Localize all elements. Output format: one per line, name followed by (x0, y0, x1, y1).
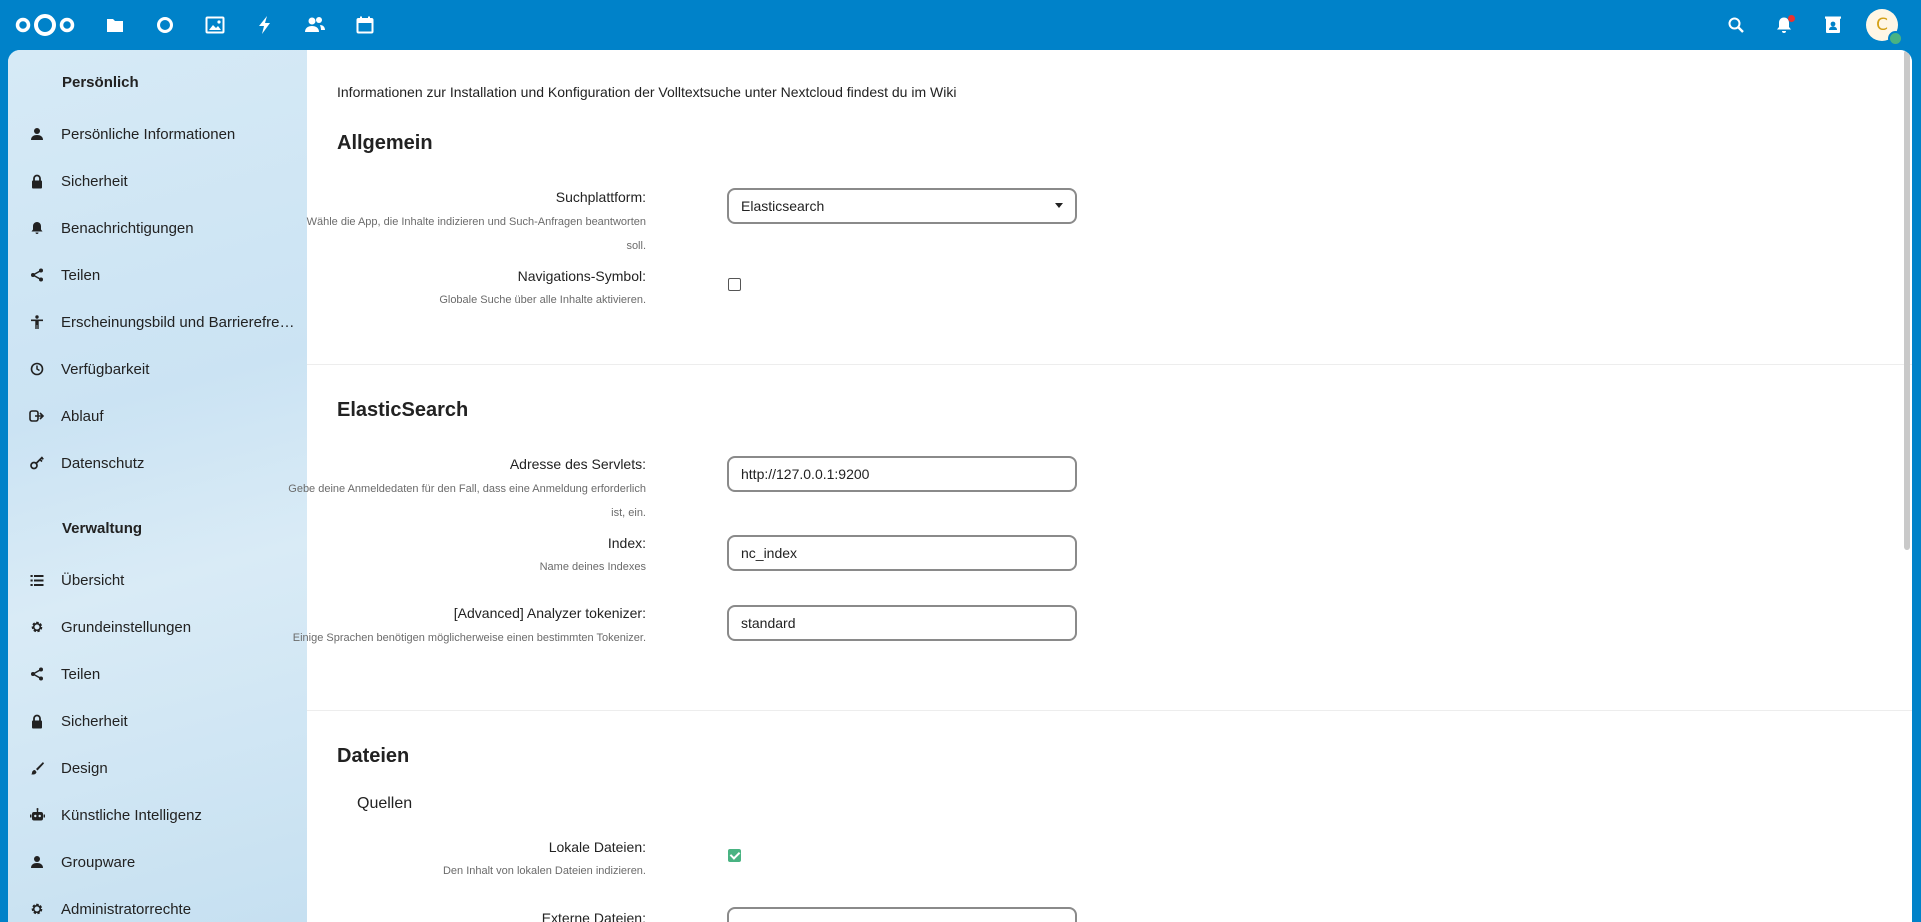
search-platform-label: Suchplattform: (555, 189, 646, 205)
subsection-title-sources: Quellen (357, 795, 413, 812)
index-label: Index: (607, 535, 646, 551)
nextcloud-logo[interactable] (14, 12, 76, 38)
sidebar-item-design[interactable]: Design (8, 746, 307, 790)
chevron-down-icon (1055, 203, 1063, 208)
analyzer-tokenizer-label: [Advanced] Analyzer tokenizer: (453, 605, 646, 621)
analyzer-tokenizer-hint: Einige Sprachen benötigen möglicherweise… (292, 632, 646, 644)
section-title-general: Allgemein (337, 132, 433, 154)
top-header: C (0, 0, 1921, 50)
sidebar-item-label: Teilen (61, 266, 101, 284)
section-title-files: Dateien (337, 745, 410, 767)
sidebar-item-label: Ablauf (61, 407, 104, 425)
lock-icon (28, 712, 46, 730)
sidebar-item-label: Groupware (61, 853, 136, 871)
external-files-select[interactable] (727, 907, 1077, 922)
share-icon (28, 665, 46, 683)
gear-icon (28, 900, 46, 918)
sidebar-item-label: Teilen (61, 665, 101, 683)
sidebar-item-label: Grundeinstellungen (61, 618, 192, 636)
contacts-icon[interactable] (302, 12, 328, 38)
sidebar-item-sharing[interactable]: Teilen (8, 253, 307, 297)
sidebar-item-privacy[interactable]: Datenschutz (8, 441, 307, 485)
sidebar-item-security[interactable]: Sicherheit (8, 159, 307, 203)
activity-icon[interactable] (252, 12, 278, 38)
accessibility-icon (28, 313, 46, 331)
brush-icon (28, 759, 46, 777)
key-icon (28, 454, 46, 472)
contacts-menu-icon[interactable] (1820, 12, 1846, 38)
avatar-initial: C (1876, 15, 1888, 35)
local-files-checkbox[interactable] (728, 849, 741, 862)
sidebar-item-admin-rights[interactable]: Administratorrechte (8, 887, 307, 922)
files-icon[interactable] (102, 12, 128, 38)
person-icon (28, 125, 46, 143)
section-divider (307, 710, 1912, 711)
external-files-label: Externe Dateien: (541, 910, 646, 922)
servlet-address-hint: Gebe deine Anmeldedaten für den Fall, da… (288, 483, 646, 519)
sidebar-item-label: Datenschutz (61, 454, 145, 472)
section-title-elasticsearch: ElasticSearch (337, 399, 469, 421)
sidebar-item-availability[interactable]: Verfügbarkeit (8, 347, 307, 391)
photos-icon[interactable] (202, 12, 228, 38)
sidebar-item-label: Verfügbarkeit (61, 360, 150, 378)
content-panel: Persönlich Persönliche Informationen Sic… (8, 50, 1912, 922)
navigation-icon-label: Navigations-Symbol: (517, 268, 646, 284)
settings-main: Informationen zur Installation und Konfi… (288, 50, 1912, 922)
index-input[interactable] (727, 535, 1077, 571)
sidebar-item-label: Benachrichtigungen (61, 219, 194, 237)
status-indicator (1888, 31, 1903, 46)
sidebar-item-admin-security[interactable]: Sicherheit (8, 699, 307, 743)
sidebar-caption-personal: Persönlich (62, 74, 139, 91)
lock-icon (28, 172, 46, 190)
index-hint: Name deines Indexes (539, 561, 646, 573)
sidebar-item-overview[interactable]: Übersicht (8, 558, 307, 602)
list-icon (28, 571, 46, 589)
dashboard-icon[interactable] (152, 12, 178, 38)
navigation-icon-hint: Globale Suche über alle Inhalte aktivier… (439, 294, 646, 306)
sidebar-item-label: Übersicht (61, 571, 125, 589)
clock-icon (28, 360, 46, 378)
sidebar-item-ai[interactable]: Künstliche Intelligenz (8, 793, 307, 837)
sidebar-item-label: Administratorrechte (61, 900, 192, 918)
local-files-hint: Den Inhalt von lokalen Dateien indiziere… (442, 865, 646, 877)
sidebar-item-admin-sharing[interactable]: Teilen (8, 652, 307, 696)
sidebar-item-basic-settings[interactable]: Grundeinstellungen (8, 605, 307, 649)
search-icon[interactable] (1723, 12, 1749, 38)
bell-icon (28, 219, 46, 237)
analyzer-tokenizer-input[interactable] (727, 605, 1077, 641)
local-files-label: Lokale Dateien: (548, 839, 646, 855)
share-icon (28, 266, 46, 284)
servlet-address-input[interactable] (727, 456, 1077, 492)
calendar-icon[interactable] (352, 12, 378, 38)
servlet-address-label: Adresse des Servlets: (509, 456, 646, 472)
sidebar-item-personal-info[interactable]: Persönliche Informationen (8, 112, 307, 156)
section-divider (307, 364, 1912, 365)
search-platform-hint: Wähle die App, die Inhalte indizieren un… (306, 216, 646, 252)
sidebar-caption-admin: Verwaltung (62, 520, 143, 537)
sidebar-item-groupware[interactable]: Groupware (8, 840, 307, 884)
sidebar-item-label: Erscheinungsbild und Barrierefreiheit (61, 313, 297, 331)
sidebar-item-label: Design (61, 759, 108, 777)
notification-dot (1788, 15, 1795, 22)
sidebar-item-label: Künstliche Intelligenz (61, 806, 202, 824)
scrollbar[interactable] (1904, 50, 1910, 550)
flow-icon (28, 407, 46, 425)
groupware-icon (28, 853, 46, 871)
navigation-icon-checkbox[interactable] (728, 278, 741, 291)
sidebar-item-appearance[interactable]: Erscheinungsbild und Barrierefreiheit (8, 300, 307, 344)
search-platform-value: Elasticsearch (741, 198, 825, 214)
search-platform-select[interactable]: Elasticsearch (727, 188, 1077, 224)
sidebar-item-label: Persönliche Informationen (61, 125, 236, 143)
sidebar-item-label: Sicherheit (61, 172, 128, 190)
sidebar-item-notifications[interactable]: Benachrichtigungen (8, 206, 307, 250)
gear-icon (28, 618, 46, 636)
settings-sidebar: Persönlich Persönliche Informationen Sic… (8, 50, 307, 922)
robot-icon (28, 806, 46, 824)
sidebar-item-label: Sicherheit (61, 712, 128, 730)
wiki-info-text[interactable]: Informationen zur Installation und Konfi… (337, 84, 956, 100)
sidebar-item-flow[interactable]: Ablauf (8, 394, 307, 438)
